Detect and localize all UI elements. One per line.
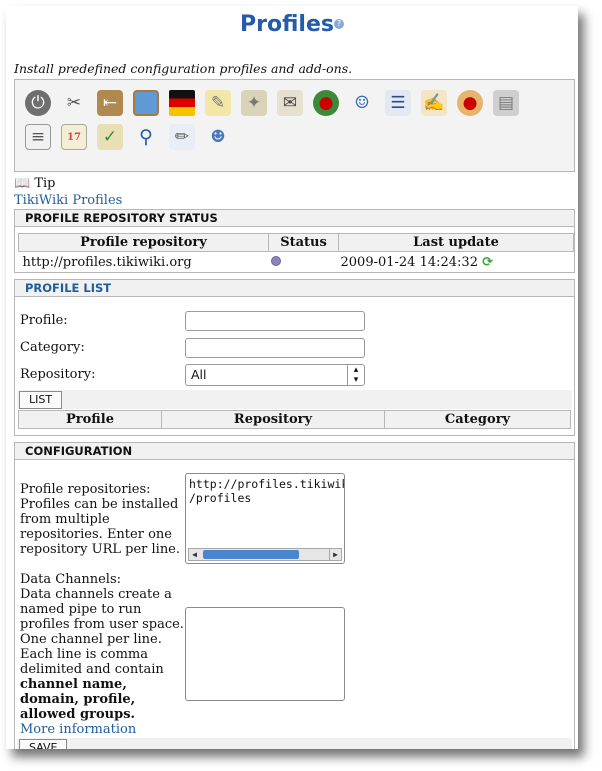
tikiwiki-profiles-link[interactable]: TikiWiki Profiles bbox=[14, 193, 578, 208]
notepad-icon[interactable]: ✎ bbox=[205, 90, 231, 116]
repository-url: http://profiles.tikiwiki.org bbox=[22, 254, 192, 270]
list-button[interactable]: LIST bbox=[19, 391, 63, 409]
newspaper-icon[interactable]: ☰ bbox=[385, 90, 411, 116]
repo-status-heading: PROFILE REPOSITORY STATUS bbox=[15, 210, 574, 227]
admin-icon-bar: ⏻ ✂ ⇤ ✎ ✦ ✉ ● ☺ ☰ ✍ ● ▤ ≡ 17 ✓ ⚲ ✏ ☻ bbox=[14, 79, 575, 172]
col-profile-repository: Profile repository bbox=[18, 233, 269, 252]
palette-icon[interactable]: ● bbox=[457, 90, 483, 116]
table-header-row: Profile Repository Category bbox=[18, 410, 571, 429]
german-flag-icon[interactable] bbox=[169, 90, 195, 116]
image-frame-icon[interactable] bbox=[133, 90, 159, 116]
repos-label: Profile repositories: bbox=[20, 482, 151, 497]
edit-form-icon[interactable]: ✍ bbox=[421, 90, 447, 116]
category-row: Category: bbox=[20, 334, 574, 361]
profile-row: Profile: bbox=[20, 307, 574, 334]
document-icon[interactable]: ≡ bbox=[25, 124, 51, 150]
profile-input[interactable] bbox=[185, 310, 365, 331]
more-information-link[interactable]: More information bbox=[20, 722, 136, 737]
profile-list-heading: PROFILE LIST bbox=[15, 280, 574, 297]
channels-help: Data channels create a named pipe to run… bbox=[20, 587, 184, 677]
scrollbar-thumb[interactable] bbox=[203, 550, 299, 559]
col-status: Status bbox=[268, 233, 339, 252]
globe-pin-icon[interactable]: ● bbox=[313, 90, 339, 116]
page-description: Install predefined configuration profile… bbox=[14, 61, 353, 76]
configuration-body: Profile repositories: Profiles can be in… bbox=[15, 460, 574, 749]
power-icon[interactable]: ⏻ bbox=[25, 90, 51, 116]
title-row: Profiles? bbox=[6, 6, 578, 46]
scroll-right-icon[interactable]: ▶ bbox=[329, 549, 341, 560]
mail-postcard-icon[interactable]: ✉ bbox=[277, 90, 303, 116]
save-button[interactable]: SAVE bbox=[19, 739, 68, 749]
repository-selected-value: All bbox=[191, 367, 207, 382]
channels-help-block: Data Channels: Data channels create a na… bbox=[20, 572, 185, 737]
help-icon[interactable]: ? bbox=[333, 18, 344, 29]
category-label: Category: bbox=[20, 340, 85, 355]
users-icon[interactable]: ☺ bbox=[349, 90, 375, 116]
save-button-bar: SAVE bbox=[17, 738, 572, 749]
channels-format: channel name, domain, profile, allowed g… bbox=[20, 677, 136, 722]
chevron-updown-icon: ▴ ▾ bbox=[347, 364, 364, 385]
status-dot-icon bbox=[270, 255, 281, 266]
repository-label: Repository: bbox=[20, 367, 96, 382]
folders-icon[interactable]: ▤ bbox=[493, 90, 519, 116]
horizontal-scrollbar[interactable]: ◀ ▶ bbox=[188, 548, 342, 561]
channels-value bbox=[186, 608, 344, 614]
tip-label: Tip bbox=[34, 176, 56, 191]
repo-status-table: Profile repository Status Last update ht… bbox=[18, 233, 574, 272]
scroll-left-icon[interactable]: ◀ bbox=[189, 549, 200, 560]
configuration-section: CONFIGURATION Profile repositories: Prof… bbox=[14, 442, 575, 749]
col-profile: Profile bbox=[18, 410, 162, 429]
configuration-heading: CONFIGURATION bbox=[15, 443, 574, 460]
category-input[interactable] bbox=[185, 337, 365, 358]
col-repository: Repository bbox=[161, 410, 385, 429]
icon-row-1: ⏻ ✂ ⇤ ✎ ✦ ✉ ● ☺ ☰ ✍ ● ▤ bbox=[25, 90, 574, 124]
page: Profiles? Install predefined configurati… bbox=[6, 6, 578, 749]
edit-shapes-icon[interactable]: ✏ bbox=[169, 124, 195, 150]
profile-label: Profile: bbox=[20, 313, 68, 328]
calendar-icon[interactable]: 17 bbox=[61, 124, 87, 150]
repo-status-section: PROFILE REPOSITORY STATUS Profile reposi… bbox=[14, 209, 575, 273]
profile-list-section: PROFILE LIST Profile: Category: Reposito… bbox=[14, 279, 575, 436]
profile-list-table: Profile Repository Category bbox=[18, 410, 571, 429]
repository-select[interactable]: All ▴ ▾ bbox=[185, 363, 365, 386]
icon-row-2: ≡ 17 ✓ ⚲ ✏ ☻ bbox=[25, 124, 574, 158]
clipboard-icon[interactable]: ✓ bbox=[97, 124, 123, 150]
last-update-value: 2009-01-24 14:24:32 bbox=[340, 254, 478, 270]
exit-door-icon[interactable]: ⇤ bbox=[97, 90, 123, 116]
tools-icon[interactable]: ✂ bbox=[61, 90, 87, 116]
list-button-bar: LIST bbox=[17, 390, 572, 409]
repos-textarea[interactable]: http://profiles.tikiwiki.org /profiles ◀… bbox=[185, 473, 345, 564]
tip-row: 📖 Tip bbox=[14, 176, 578, 192]
channels-label: Data Channels: bbox=[20, 572, 121, 587]
repository-row: Repository: All ▴ ▾ bbox=[20, 361, 574, 388]
table-header-row: Profile repository Status Last update bbox=[18, 233, 574, 252]
user-share-icon[interactable]: ☻ bbox=[205, 124, 231, 150]
repos-help-block: Profile repositories: Profiles can be in… bbox=[20, 482, 185, 557]
repos-help: Profiles can be installed from multiple … bbox=[20, 497, 181, 557]
col-last-update: Last update bbox=[338, 233, 574, 252]
page-title: Profiles bbox=[240, 12, 334, 37]
repos-line-2: /profiles bbox=[189, 491, 252, 505]
col-category: Category bbox=[384, 410, 571, 429]
book-icon: 📖 bbox=[14, 176, 31, 191]
refresh-icon[interactable]: ⟳ bbox=[482, 255, 493, 270]
channels-textarea[interactable] bbox=[185, 607, 345, 701]
magnifier-icon[interactable]: ⚲ bbox=[133, 124, 159, 150]
table-row: http://profiles.tikiwiki.org 2009-01-24 … bbox=[19, 252, 574, 273]
puzzle-icon[interactable]: ✦ bbox=[241, 90, 267, 116]
repos-line-1: http://profiles.tikiwiki.org bbox=[189, 477, 344, 491]
